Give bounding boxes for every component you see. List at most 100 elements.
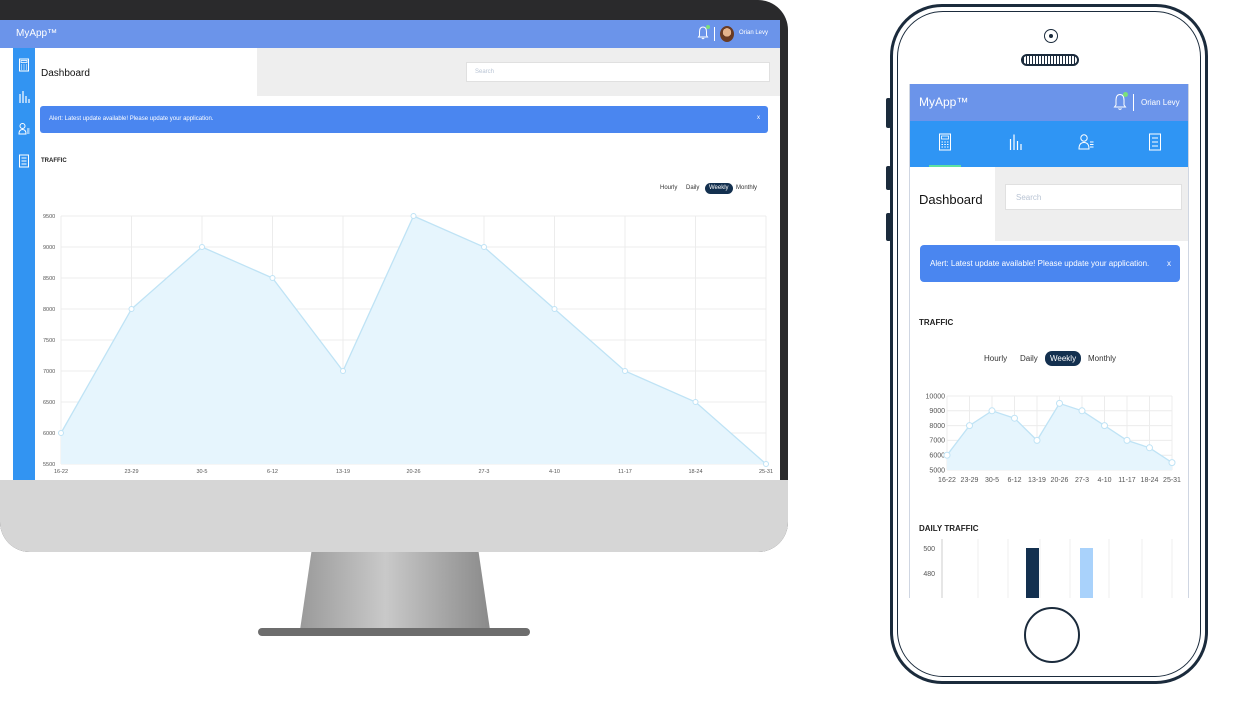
data-point [1011, 414, 1018, 422]
data-point [340, 368, 346, 374]
mobile-traffic-chart: 10000 9000 8000 7000 6000 5000 16-22 23-29 30-5 6… [926, 393, 1182, 484]
x-tick-label: 27-3 [478, 469, 489, 475]
x-tick-label: 6-12 [267, 469, 278, 475]
calculator-icon [939, 133, 951, 151]
sidebar [13, 48, 35, 480]
avatar[interactable] [720, 26, 734, 42]
data-point [1146, 444, 1153, 452]
y-tick-label: 9500 [43, 214, 55, 220]
y-tick-label: 7000 [43, 369, 55, 375]
data-point [1078, 407, 1086, 415]
report-icon[interactable] [18, 154, 30, 168]
tab-monthly[interactable]: Monthly [736, 183, 757, 194]
data-point [1168, 459, 1176, 467]
y-tick-label: 5500 [43, 462, 55, 468]
y-tick-label: 6500 [43, 400, 55, 406]
page-title: Dashboard [41, 68, 90, 79]
monitor-stand [300, 552, 490, 630]
x-tick-label: 4-10 [1097, 477, 1111, 484]
nav-item-stats[interactable] [980, 121, 1050, 167]
data-point [1101, 422, 1108, 430]
mobile-page-title: Dashboard [919, 192, 983, 207]
x-tick-label: 6-12 [1007, 477, 1021, 484]
divider [1133, 94, 1134, 111]
data-point [1033, 436, 1041, 444]
x-tick-label: 23-29 [124, 469, 138, 475]
x-tick-label: 13-19 [1028, 477, 1046, 484]
x-tick-label: 4-10 [549, 469, 560, 475]
user-name[interactable]: Orian Levy [739, 30, 768, 36]
notification-dot [1123, 92, 1128, 97]
daily-traffic-chart: 500 480 [923, 539, 1173, 598]
y-tick-label: 8000 [929, 423, 945, 430]
x-tick-label: 18-24 [688, 469, 702, 475]
app-brand[interactable]: MyApp™ [16, 28, 57, 39]
calculator-icon[interactable] [18, 58, 30, 72]
traffic-chart: 9500 9000 8500 8000 7500 7000 6500 6000 550016-2… [43, 213, 773, 475]
nav-item-users[interactable] [1050, 121, 1120, 167]
tab-monthly[interactable]: Monthly [1088, 351, 1116, 366]
y-tick-label: 6000 [43, 431, 55, 437]
data-point [551, 306, 558, 312]
mobile-search-input[interactable]: Search [1005, 184, 1182, 210]
mobile-app-brand[interactable]: MyApp™ [919, 95, 968, 109]
nav-item-reports[interactable] [1120, 121, 1188, 167]
monitor-chin [0, 480, 788, 552]
top-bar: MyApp™ Orian Levy [0, 20, 780, 48]
nav-item-dashboard[interactable] [910, 121, 980, 167]
user-list-icon[interactable] [18, 122, 30, 136]
search-input[interactable]: Search [466, 62, 770, 82]
x-tick-label: 11-17 [1118, 477, 1135, 484]
alert-text: Alert: Latest update available! Please u… [49, 116, 214, 122]
mobile-user-name[interactable]: Orian Levy [1141, 98, 1180, 107]
y-tick-label: 500 [923, 546, 935, 553]
x-tick-label: 27-3 [1075, 477, 1089, 484]
mobile-alert-banner: Alert: Latest update available! Please u… [920, 245, 1180, 282]
home-button[interactable] [1024, 607, 1080, 663]
bar [1026, 548, 1039, 598]
x-tick-label: 16-22 [938, 477, 956, 484]
data-point [128, 306, 135, 312]
speaker-grille [1021, 54, 1079, 66]
mobile-alert-close-button[interactable]: x [1167, 259, 1171, 268]
y-tick-label: 5000 [929, 467, 945, 474]
data-point [692, 399, 699, 405]
x-tick-label: 16-22 [54, 469, 68, 475]
tab-weekly[interactable]: Weekly [705, 183, 733, 194]
tab-hourly[interactable]: Hourly [660, 183, 677, 194]
camera-icon [1044, 29, 1058, 43]
x-tick-label: 13-19 [336, 469, 350, 475]
tab-hourly[interactable]: Hourly [984, 351, 1007, 366]
data-point [966, 422, 973, 430]
x-tick-label: 25-31 [1163, 477, 1181, 484]
mobile-nav [910, 121, 1188, 167]
data-point [410, 213, 417, 219]
bar [1080, 548, 1093, 598]
bar-chart-icon[interactable] [18, 90, 30, 104]
mobile-alert-text: Alert: Latest update available! Please u… [930, 259, 1150, 268]
y-tick-label: 7000 [929, 438, 945, 445]
divider [714, 27, 715, 41]
data-point [269, 275, 276, 281]
traffic-section-title: TRAFFIC [41, 158, 67, 164]
data-point [199, 244, 205, 250]
x-tick-label: 30-5 [985, 477, 999, 484]
notification-dot [706, 25, 710, 29]
mobile-top-bar: MyApp™ Orian Levy [910, 84, 1188, 121]
alert-close-button[interactable]: x [757, 115, 760, 121]
y-tick-label: 8000 [43, 307, 55, 313]
bar-chart-icon [1009, 134, 1022, 150]
mobile-screen: MyApp™ Orian Levy Dashboard Search Alert… [909, 84, 1189, 598]
x-tick-label: 20-26 [1051, 477, 1069, 484]
data-point [1056, 399, 1063, 407]
tab-weekly[interactable]: Weekly [1045, 351, 1082, 366]
tab-daily[interactable]: Daily [1020, 351, 1038, 366]
y-tick-label: 9000 [929, 408, 945, 415]
y-tick-label: 10000 [926, 393, 946, 400]
x-tick-label: 11-17 [618, 469, 632, 475]
y-tick-label: 6000 [929, 453, 945, 460]
tab-daily[interactable]: Daily [686, 183, 699, 194]
x-tick-label: 18-24 [1141, 477, 1159, 484]
data-point [943, 451, 951, 459]
data-point [481, 244, 487, 250]
